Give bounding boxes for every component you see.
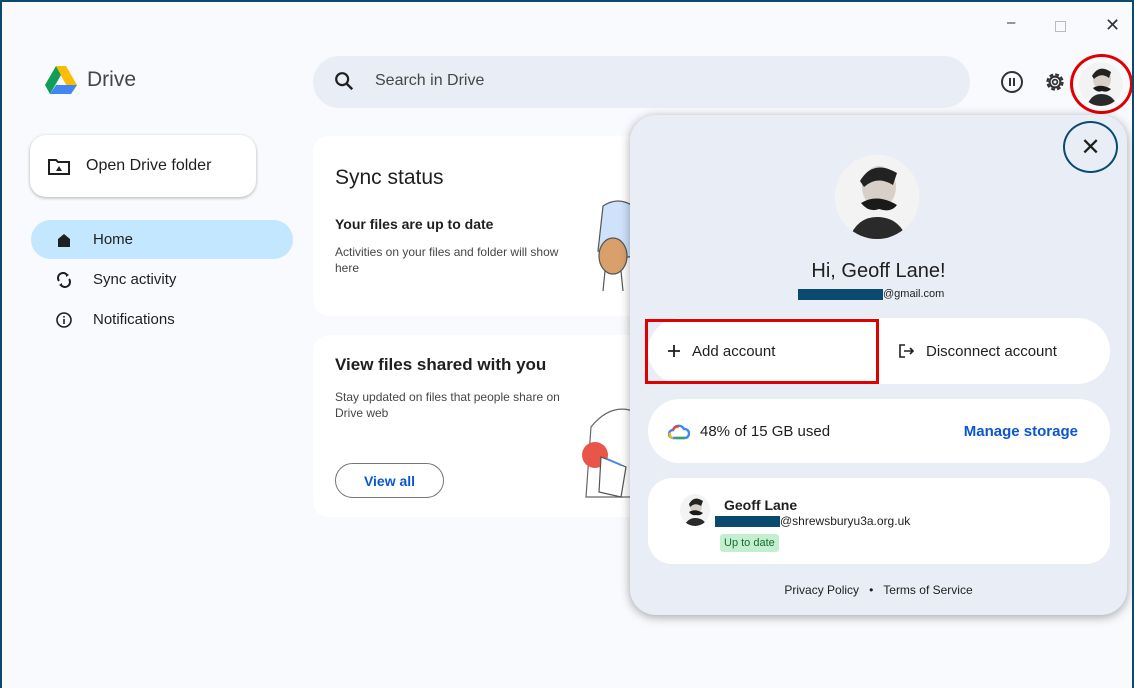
- home-icon: [58, 233, 70, 247]
- open-drive-folder-button[interactable]: Open Drive folder: [30, 135, 256, 197]
- open-drive-folder-label: Open Drive folder: [86, 157, 212, 174]
- sync-status-card: Sync status Your files are up to date Ac…: [313, 136, 643, 316]
- sync-icon: [57, 271, 71, 288]
- storage-used-text: 48% of 15 GB used: [700, 423, 831, 440]
- profile-avatar: [835, 155, 919, 239]
- terms-of-service-link[interactable]: Terms of Service: [883, 583, 972, 597]
- pause-sync-icon[interactable]: [1001, 71, 1023, 93]
- panel-close-button[interactable]: ✕: [1063, 121, 1118, 173]
- info-icon: [56, 311, 72, 328]
- redacted-email-prefix: [798, 288, 883, 300]
- sidebar-item-label: Home: [93, 231, 134, 248]
- sidebar-item-sync-activity[interactable]: Sync activity: [31, 260, 293, 299]
- sync-status-description: Activities on your files and folder will…: [335, 245, 559, 275]
- account-portrait-icon: [680, 494, 710, 526]
- primary-email: @gmail.com: [798, 288, 944, 300]
- app-name: Drive: [87, 68, 137, 91]
- disconnect-account-label: Disconnect account: [926, 342, 1057, 360]
- sync-status-subtitle: Your files are up to date: [335, 216, 494, 232]
- window-close-button[interactable]: ✕: [1105, 15, 1120, 36]
- privacy-policy-link[interactable]: Privacy Policy: [784, 583, 859, 597]
- sidebar-item-label: Sync activity: [93, 271, 177, 288]
- view-all-button[interactable]: View all: [335, 463, 444, 498]
- shared-files-title: View files shared with you: [335, 355, 547, 374]
- sidebar-item-notifications[interactable]: Notifications: [31, 300, 293, 339]
- add-account-highlight-annotation: [645, 319, 879, 384]
- drive-logo: Drive: [45, 66, 136, 94]
- gear-icon[interactable]: [1042, 69, 1068, 95]
- shared-files-card: View files shared with you Stay updated …: [313, 335, 643, 517]
- sync-status-title: Sync status: [335, 166, 444, 189]
- storage-section: 48% of 15 GB used Manage storage: [648, 399, 1110, 463]
- folder-icon: [48, 159, 70, 175]
- sidebar-item-home[interactable]: Home: [31, 220, 293, 259]
- maximize-button[interactable]: [1055, 21, 1066, 32]
- account-name: Geoff Lane: [724, 497, 798, 513]
- google-cloud-icon: [668, 424, 690, 439]
- profile-portrait-icon: [835, 155, 919, 239]
- storage-usage: 48% of 15 GB used: [668, 423, 830, 440]
- logout-icon: [899, 344, 915, 358]
- account-email-suffix: @shrewsburyu3a.org.uk: [780, 514, 911, 528]
- app-window: – ✕ Drive Search in Drive Open Drive fol…: [0, 0, 1134, 688]
- redacted-email-prefix: [715, 515, 780, 527]
- account-list-item[interactable]: Geoff Lane @shrewsburyu3a.org.uk Up to d…: [648, 478, 1110, 564]
- minimize-button[interactable]: –: [1007, 14, 1015, 31]
- search-bar[interactable]: Search in Drive: [313, 56, 970, 108]
- greeting-text: Hi, Geoff Lane!: [811, 260, 946, 282]
- search-icon: [335, 72, 354, 91]
- account-email: @shrewsburyu3a.org.uk: [715, 514, 910, 528]
- status-badge: Up to date: [720, 534, 779, 552]
- shared-files-description: Stay updated on files that people share …: [335, 390, 560, 420]
- disconnect-account-button[interactable]: Disconnect account: [880, 318, 1110, 384]
- account-avatar: [680, 494, 710, 526]
- sidebar-item-label: Notifications: [93, 311, 175, 328]
- avatar-highlight-annotation: [1070, 54, 1132, 114]
- email-suffix: @gmail.com: [883, 288, 945, 300]
- footer-separator: •: [869, 583, 874, 597]
- search-placeholder: Search in Drive: [375, 72, 485, 89]
- manage-storage-link[interactable]: Manage storage: [964, 423, 1078, 440]
- panel-footer: Privacy Policy • Terms of Service: [630, 583, 1127, 597]
- drive-logo-icon: [45, 66, 77, 94]
